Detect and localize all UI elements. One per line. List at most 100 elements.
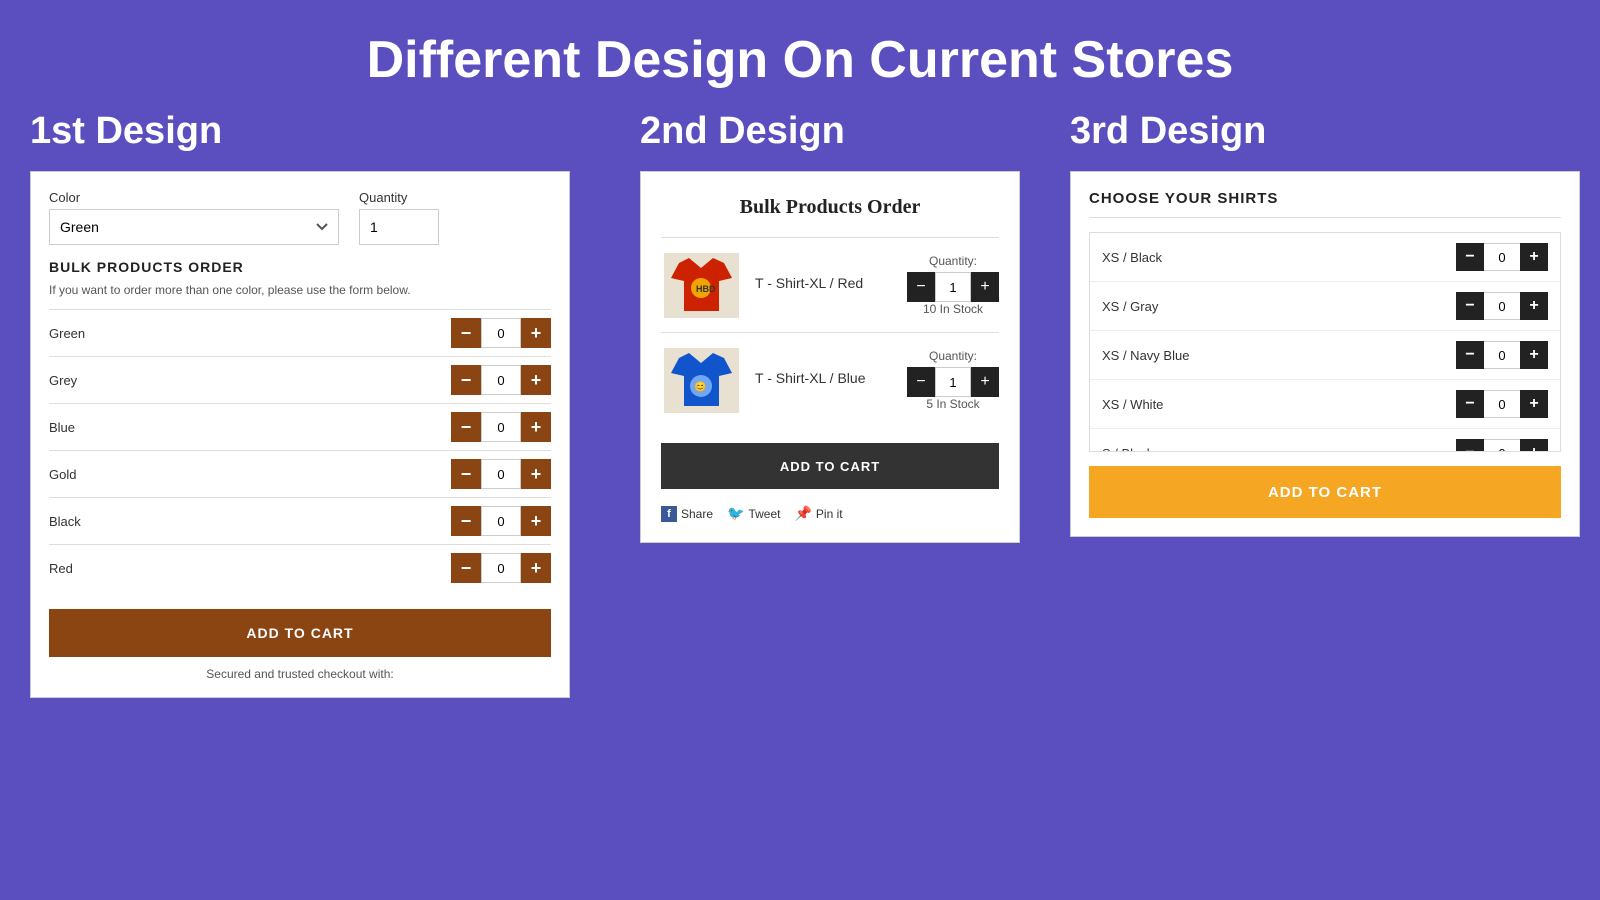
stepper-black: − 0 + bbox=[451, 506, 551, 536]
d3-plus-xs-white[interactable]: + bbox=[1520, 390, 1548, 418]
stepper-val-black: 0 bbox=[481, 506, 521, 536]
stepper2-val-red: 1 bbox=[935, 272, 971, 302]
d3-row-xs-black: XS / Black − 0 + bbox=[1090, 233, 1560, 282]
plus-btn2-red[interactable]: + bbox=[971, 272, 999, 302]
minus-btn-black[interactable]: − bbox=[451, 506, 481, 536]
stepper-red: − 0 + bbox=[451, 553, 551, 583]
d3-row-s-black: S / Black − 0 + bbox=[1090, 429, 1560, 452]
add-to-cart-btn2[interactable]: ADD TO CART bbox=[661, 443, 999, 489]
design2-column: 2nd Design Bulk Products Order HBD T - bbox=[620, 110, 1050, 543]
design2-label: 2nd Design bbox=[640, 110, 1050, 153]
plus-btn-red[interactable]: + bbox=[521, 553, 551, 583]
stepper2-blue: − 1 + bbox=[907, 367, 999, 397]
stepper2-val-blue: 1 bbox=[935, 367, 971, 397]
d3-minus-s-black[interactable]: − bbox=[1456, 439, 1484, 452]
design1-card: Color Green Grey Blue Gold Black Red Qua… bbox=[30, 171, 570, 698]
d3-stepper-xs-navyblue: − 0 + bbox=[1456, 341, 1548, 369]
page-title: Different Design On Current Stores bbox=[0, 0, 1600, 110]
minus-btn-blue[interactable]: − bbox=[451, 412, 481, 442]
pinterest-pin-link[interactable]: 📌 Pin it bbox=[794, 505, 842, 522]
bulk-title: BULK PRODUCTS ORDER bbox=[49, 259, 551, 275]
d3-stepper-xs-black: − 0 + bbox=[1456, 243, 1548, 271]
twitter-icon: 🐦 bbox=[727, 505, 744, 522]
qty-section-blue: Quantity: − 1 + 5 In Stock bbox=[907, 349, 999, 411]
stepper-val-blue: 0 bbox=[481, 412, 521, 442]
d3-row-xs-white: XS / White − 0 + bbox=[1090, 380, 1560, 429]
d3-label-xs-white: XS / White bbox=[1102, 397, 1456, 412]
minus-btn2-blue[interactable]: − bbox=[907, 367, 935, 397]
facebook-icon: f bbox=[661, 506, 677, 522]
d3-row-xs-navyblue: XS / Navy Blue − 0 + bbox=[1090, 331, 1560, 380]
plus-btn-green[interactable]: + bbox=[521, 318, 551, 348]
plus-btn-gold[interactable]: + bbox=[521, 459, 551, 489]
design2-title: Bulk Products Order bbox=[661, 196, 999, 219]
facebook-share-link[interactable]: f Share bbox=[661, 506, 713, 522]
d3-plus-s-black[interactable]: + bbox=[1520, 439, 1548, 452]
design3-card: CHOOSE YOUR SHIRTS XS / Black − 0 + XS /… bbox=[1070, 171, 1580, 537]
plus-btn-blue[interactable]: + bbox=[521, 412, 551, 442]
d3-minus-xs-black[interactable]: − bbox=[1456, 243, 1484, 271]
minus-btn-gold[interactable]: − bbox=[451, 459, 481, 489]
minus-btn-green[interactable]: − bbox=[451, 318, 481, 348]
product-img-red: HBD bbox=[661, 250, 741, 320]
social-row: f Share 🐦 Tweet 📌 Pin it bbox=[661, 505, 999, 522]
d3-val-xs-black: 0 bbox=[1484, 243, 1520, 271]
d3-minus-xs-white[interactable]: − bbox=[1456, 390, 1484, 418]
d3-stepper-s-black: − 0 + bbox=[1456, 439, 1548, 452]
bulk-row-label-black: Black bbox=[49, 514, 169, 529]
product-info-red: T - Shirt-XL / Red bbox=[741, 275, 907, 295]
d3-plus-xs-gray[interactable]: + bbox=[1520, 292, 1548, 320]
stepper2-red: − 1 + bbox=[907, 272, 999, 302]
pinterest-icon: 📌 bbox=[794, 505, 811, 522]
bulk-row-label-green: Green bbox=[49, 326, 169, 341]
stock-red: 10 In Stock bbox=[923, 302, 983, 316]
color-select[interactable]: Green Grey Blue Gold Black Red bbox=[49, 209, 339, 245]
bulk-row-label-red: Red bbox=[49, 561, 169, 576]
bulk-row-label-blue: Blue bbox=[49, 420, 169, 435]
plus-btn-grey[interactable]: + bbox=[521, 365, 551, 395]
stepper-green: − 0 + bbox=[451, 318, 551, 348]
choose-title: CHOOSE YOUR SHIRTS bbox=[1089, 190, 1561, 218]
qty-input[interactable] bbox=[359, 209, 439, 245]
d3-minus-xs-navyblue[interactable]: − bbox=[1456, 341, 1484, 369]
d3-label-xs-black: XS / Black bbox=[1102, 250, 1456, 265]
d3-val-s-black: 0 bbox=[1484, 439, 1520, 452]
minus-btn-red[interactable]: − bbox=[451, 553, 481, 583]
stepper-val-red: 0 bbox=[481, 553, 521, 583]
bulk-row-label-grey: Grey bbox=[49, 373, 169, 388]
minus-btn-grey[interactable]: − bbox=[451, 365, 481, 395]
svg-text:😊: 😊 bbox=[694, 381, 706, 393]
design3-column: 3rd Design CHOOSE YOUR SHIRTS XS / Black… bbox=[1050, 110, 1580, 537]
scroll-area[interactable]: XS / Black − 0 + XS / Gray − 0 + bbox=[1089, 232, 1561, 452]
twitter-tweet-link[interactable]: 🐦 Tweet bbox=[727, 505, 780, 522]
tweet-label: Tweet bbox=[748, 507, 780, 521]
share-label: Share bbox=[681, 507, 713, 521]
stepper-val-gold: 0 bbox=[481, 459, 521, 489]
d3-plus-xs-navyblue[interactable]: + bbox=[1520, 341, 1548, 369]
add-to-cart-btn3[interactable]: ADD TO CART bbox=[1089, 466, 1561, 518]
d3-minus-xs-gray[interactable]: − bbox=[1456, 292, 1484, 320]
qty-label-red: Quantity: bbox=[929, 254, 977, 268]
minus-btn2-red[interactable]: − bbox=[907, 272, 935, 302]
plus-btn2-blue[interactable]: + bbox=[971, 367, 999, 397]
d3-label-s-black: S / Black bbox=[1102, 446, 1456, 453]
bulk-row-green: Green − 0 + bbox=[49, 309, 551, 356]
plus-btn-black[interactable]: + bbox=[521, 506, 551, 536]
bulk-row-grey: Grey − 0 + bbox=[49, 356, 551, 403]
d3-stepper-xs-gray: − 0 + bbox=[1456, 292, 1548, 320]
add-to-cart-btn1[interactable]: ADD TO CART bbox=[49, 609, 551, 657]
bulk-row-red: Red − 0 + bbox=[49, 544, 551, 591]
qty-label-blue: Quantity: bbox=[929, 349, 977, 363]
product-row-blue: 😊 T - Shirt-XL / Blue Quantity: − 1 + 5 … bbox=[661, 332, 999, 427]
d3-plus-xs-black[interactable]: + bbox=[1520, 243, 1548, 271]
product-name-red: T - Shirt-XL / Red bbox=[755, 275, 893, 291]
bulk-subtitle: If you want to order more than one color… bbox=[49, 283, 551, 297]
secured-text: Secured and trusted checkout with: bbox=[49, 667, 551, 681]
design1-label: 1st Design bbox=[30, 110, 620, 153]
d3-val-xs-navyblue: 0 bbox=[1484, 341, 1520, 369]
d3-val-xs-white: 0 bbox=[1484, 390, 1520, 418]
d3-val-xs-gray: 0 bbox=[1484, 292, 1520, 320]
design3-label: 3rd Design bbox=[1070, 110, 1580, 153]
d3-label-xs-gray: XS / Gray bbox=[1102, 299, 1456, 314]
bulk-row-gold: Gold − 0 + bbox=[49, 450, 551, 497]
